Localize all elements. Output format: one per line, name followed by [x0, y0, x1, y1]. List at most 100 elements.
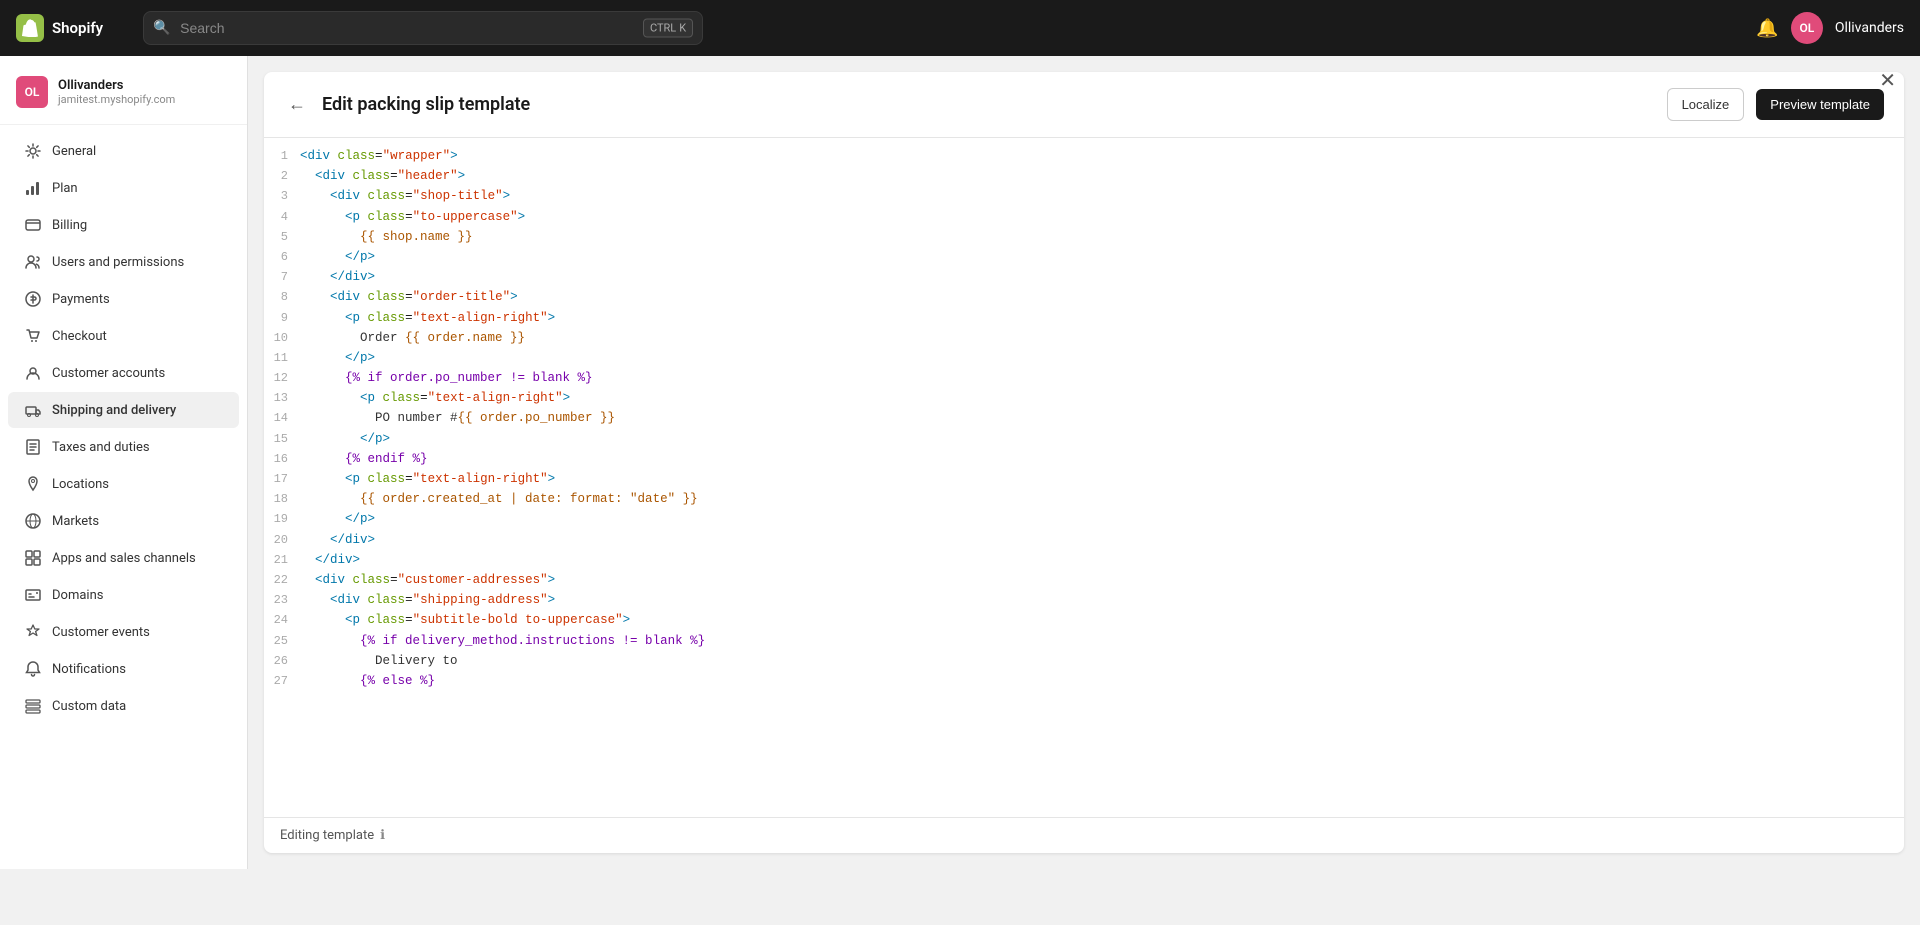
sidebar-item-markets[interactable]: Markets	[8, 503, 239, 539]
code-line: 16 {% endif %}	[264, 449, 1904, 469]
line-content: {{ order.created_at | date: format: "dat…	[300, 489, 1904, 509]
code-line: 12 {% if order.po_number != blank %}	[264, 368, 1904, 388]
code-line: 24 <p class="subtitle-bold to-uppercase"…	[264, 610, 1904, 630]
line-content: <div class="customer-addresses">	[300, 570, 1904, 590]
sidebar-item-label: Notifications	[52, 662, 126, 677]
line-number: 23	[264, 590, 300, 610]
payments-icon	[24, 290, 42, 308]
code-editor[interactable]: 1<div class="wrapper">2 <div class="head…	[264, 138, 1904, 817]
back-button[interactable]: ←	[284, 90, 310, 119]
code-line: 18 {{ order.created_at | date: format: "…	[264, 489, 1904, 509]
sidebar-item-taxes[interactable]: Taxes and duties	[8, 429, 239, 465]
line-number: 1	[264, 146, 300, 166]
line-number: 19	[264, 509, 300, 529]
line-content: </p>	[300, 509, 1904, 529]
apps-icon	[24, 549, 42, 567]
sidebar-item-billing[interactable]: Billing	[8, 207, 239, 243]
search-bar: 🔍 CTRL K	[143, 11, 703, 45]
topnav: Shopify 🔍 CTRL K 🔔 OL Ollivanders	[0, 0, 1920, 56]
line-number: 10	[264, 328, 300, 348]
info-icon: ℹ	[380, 828, 385, 843]
code-line: 2 <div class="header">	[264, 166, 1904, 186]
search-input[interactable]	[143, 11, 703, 45]
sidebar-item-users-permissions[interactable]: Users and permissions	[8, 244, 239, 280]
sidebar-item-checkout[interactable]: Checkout	[8, 318, 239, 354]
sidebar-item-label: Taxes and duties	[52, 440, 150, 455]
code-line: 22 <div class="customer-addresses">	[264, 570, 1904, 590]
code-line: 27 {% else %}	[264, 671, 1904, 691]
line-content: <div class="shipping-address">	[300, 590, 1904, 610]
topnav-right: 🔔 OL Ollivanders	[1756, 12, 1904, 44]
line-number: 27	[264, 671, 300, 691]
custom-data-icon	[24, 697, 42, 715]
line-number: 20	[264, 530, 300, 550]
shopify-logo: Shopify	[16, 14, 103, 42]
sidebar-item-custom-data[interactable]: Custom data	[8, 688, 239, 724]
line-number: 7	[264, 267, 300, 287]
sidebar-item-plan[interactable]: Plan	[8, 170, 239, 206]
content-area: ✕ ← Edit packing slip template Localize …	[248, 56, 1920, 869]
sidebar-item-domains[interactable]: Domains	[8, 577, 239, 613]
sidebar-item-locations[interactable]: Locations	[8, 466, 239, 502]
line-number: 5	[264, 227, 300, 247]
sidebar-item-label: Checkout	[52, 329, 107, 344]
close-button[interactable]: ✕	[1879, 68, 1896, 93]
line-number: 3	[264, 186, 300, 206]
sidebar: OL Ollivanders jamitest.myshopify.com Ge…	[0, 56, 248, 869]
page-title: Edit packing slip template	[322, 94, 1655, 115]
line-content: {% if order.po_number != blank %}	[300, 368, 1904, 388]
line-content: <div class="order-title">	[300, 287, 1904, 307]
users-icon	[24, 253, 42, 271]
customer-events-icon	[24, 623, 42, 641]
sidebar-item-customer-events[interactable]: Customer events	[8, 614, 239, 650]
line-content: <p class="text-align-right">	[300, 469, 1904, 489]
editing-label: Editing template	[280, 828, 374, 843]
avatar[interactable]: OL	[1791, 12, 1823, 44]
code-line: 23 <div class="shipping-address">	[264, 590, 1904, 610]
sidebar-item-label: Shipping and delivery	[52, 403, 176, 418]
line-content: {{ shop.name }}	[300, 227, 1904, 247]
code-line: 15 </p>	[264, 429, 1904, 449]
sidebar-item-apps-channels[interactable]: Apps and sales channels	[8, 540, 239, 576]
sidebar-item-notifications[interactable]: Notifications	[8, 651, 239, 687]
domains-icon	[24, 586, 42, 604]
line-content: Delivery to	[300, 651, 1904, 671]
line-content: Order {{ order.name }}	[300, 328, 1904, 348]
line-number: 24	[264, 610, 300, 630]
sidebar-item-label: Apps and sales channels	[52, 551, 196, 566]
notifications-icon[interactable]: 🔔	[1756, 18, 1778, 39]
line-content: <p class="to-uppercase">	[300, 207, 1904, 227]
code-line: 11 </p>	[264, 348, 1904, 368]
code-line: 4 <p class="to-uppercase">	[264, 207, 1904, 227]
sidebar-item-label: Domains	[52, 588, 103, 603]
customer-accounts-icon	[24, 364, 42, 382]
store-info: Ollivanders jamitest.myshopify.com	[58, 78, 175, 106]
code-line: 17 <p class="text-align-right">	[264, 469, 1904, 489]
sidebar-item-label: Customer events	[52, 625, 150, 640]
localize-button[interactable]: Localize	[1667, 88, 1745, 121]
line-number: 13	[264, 388, 300, 408]
checkout-icon	[24, 327, 42, 345]
sidebar-item-shipping-delivery[interactable]: Shipping and delivery	[8, 392, 239, 428]
line-content: <p class="subtitle-bold to-uppercase">	[300, 610, 1904, 630]
line-content: </div>	[300, 530, 1904, 550]
line-content: </p>	[300, 429, 1904, 449]
username: Ollivanders	[1835, 20, 1904, 36]
code-line: 9 <p class="text-align-right">	[264, 308, 1904, 328]
line-number: 15	[264, 429, 300, 449]
sidebar-item-general[interactable]: General	[8, 133, 239, 169]
editor-bottom-bar: Editing template ℹ	[264, 817, 1904, 853]
line-content: </p>	[300, 348, 1904, 368]
sidebar-item-customer-accounts[interactable]: Customer accounts	[8, 355, 239, 391]
preview-template-button[interactable]: Preview template	[1756, 89, 1884, 120]
sidebar-item-payments[interactable]: Payments	[8, 281, 239, 317]
search-icon: 🔍	[153, 20, 170, 36]
shopify-logo-icon	[16, 14, 44, 42]
line-content: <p class="text-align-right">	[300, 308, 1904, 328]
markets-icon	[24, 512, 42, 530]
code-line: 1<div class="wrapper">	[264, 146, 1904, 166]
code-line: 14 PO number #{{ order.po_number }}	[264, 408, 1904, 428]
line-content: <div class="header">	[300, 166, 1904, 186]
general-icon	[24, 142, 42, 160]
line-number: 16	[264, 449, 300, 469]
